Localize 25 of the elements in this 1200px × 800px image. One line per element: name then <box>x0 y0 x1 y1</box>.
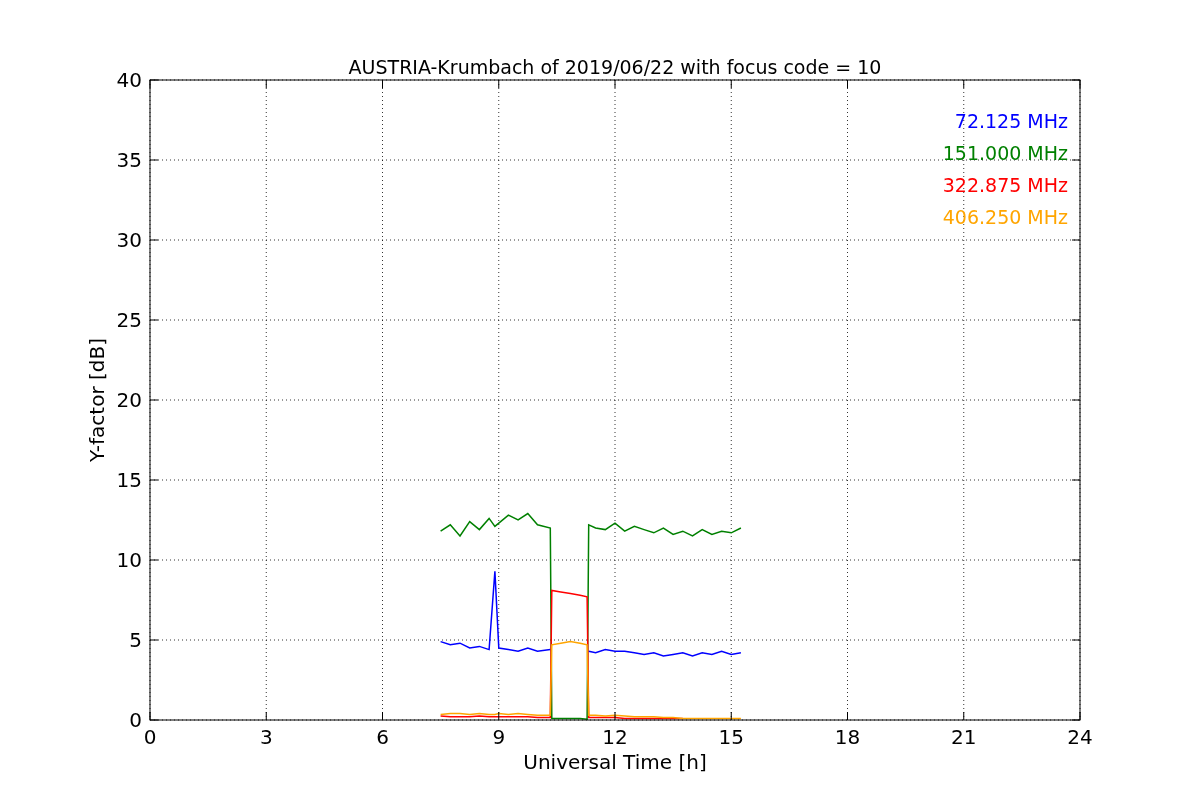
x-tick-label: 12 <box>602 725 628 749</box>
y-tick-label: 5 <box>129 628 142 652</box>
x-tick-label: 9 <box>492 725 506 749</box>
x-tick-label: 0 <box>143 725 157 749</box>
x-tick-label: 6 <box>376 725 389 749</box>
x-axis-label: Universal Time [h] <box>523 750 707 774</box>
y-tick-label: 25 <box>116 308 142 332</box>
y-axis-label: Y-factor [dB] <box>85 338 109 462</box>
x-tick-label: 18 <box>834 725 861 749</box>
legend-label: 322.875 MHz <box>942 174 1068 196</box>
chart-title: AUSTRIA-Krumbach of 2019/06/22 with focus code = 10 <box>348 56 882 78</box>
x-tick-label: 15 <box>718 725 744 749</box>
y-tick-label: 0 <box>129 708 142 732</box>
legend-label: 72.125 MHz <box>954 110 1068 132</box>
legend-label: 406.250 MHz <box>942 206 1068 228</box>
y-tick-label: 35 <box>116 148 142 172</box>
y-tick-label: 15 <box>116 468 142 492</box>
x-tick-label: 24 <box>1067 725 1093 749</box>
x-tick-label: 21 <box>951 725 977 749</box>
y-tick-label: 40 <box>116 68 142 92</box>
x-tick-label: 3 <box>259 725 273 749</box>
legend-label: 151.000 MHz <box>942 142 1068 164</box>
y-tick-label: 10 <box>116 548 142 572</box>
y-tick-label: 20 <box>116 388 142 412</box>
y-tick-label: 30 <box>116 228 142 252</box>
